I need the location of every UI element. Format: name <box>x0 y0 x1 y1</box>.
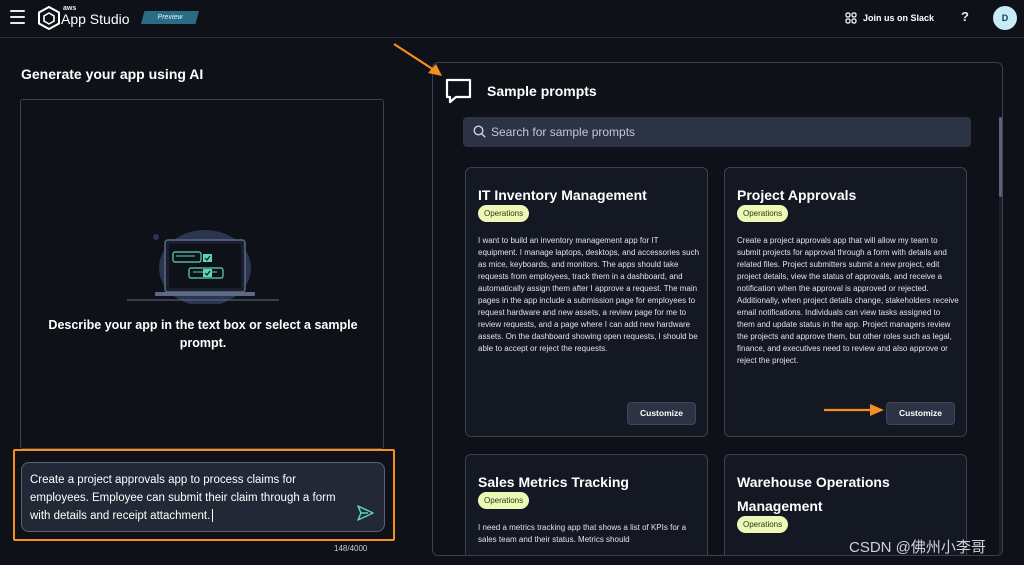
card-description: I want to build an inventory management … <box>478 236 700 353</box>
hamburger-menu-icon[interactable] <box>10 10 25 24</box>
sample-card-sales-metrics[interactable]: Sales Metrics Tracking Operations I need… <box>465 454 708 555</box>
illustration-panel: Describe your app in the text box or sel… <box>20 99 384 449</box>
category-badge: Operations <box>478 492 530 509</box>
send-icon[interactable] <box>357 505 374 521</box>
category-badge: Operations <box>737 205 789 222</box>
scrollbar-thumb[interactable] <box>999 117 1002 197</box>
search-input[interactable] <box>491 117 961 147</box>
customize-button[interactable]: Customize <box>886 402 955 425</box>
sample-prompts-panel: Sample prompts IT Inventory Management O… <box>432 62 1003 556</box>
category-badge: Operations <box>737 516 789 533</box>
slack-link-label: Join us on Slack <box>863 13 935 23</box>
empty-state-text: Describe your app in the text box or sel… <box>48 318 358 350</box>
chat-bubble-icon <box>445 78 472 104</box>
sample-prompts-title: Sample prompts <box>487 83 597 99</box>
user-avatar[interactable]: D <box>993 6 1017 30</box>
search-icon <box>473 125 486 138</box>
category-badge: Operations <box>478 205 530 222</box>
annotation-arrow-sample-prompts <box>393 43 442 76</box>
card-title: IT Inventory Management <box>478 187 647 203</box>
join-slack-link[interactable]: Join us on Slack <box>845 10 934 26</box>
top-navigation-bar: aws App Studio Preview Join us on Slack … <box>0 0 1024 38</box>
card-description: Create a project approvals app that will… <box>737 236 959 365</box>
watermark-text: CSDN @佛州小李哥 <box>849 539 986 556</box>
card-title: Project Approvals <box>737 187 857 203</box>
sample-card-project-approvals[interactable]: Project Approvals Operations Create a pr… <box>724 167 967 437</box>
prompt-text: Create a project approvals app to proces… <box>30 474 336 522</box>
card-title: Sales Metrics Tracking <box>478 474 629 490</box>
prompt-textarea[interactable]: Create a project approvals app to proces… <box>21 462 385 532</box>
slack-icon <box>845 12 857 24</box>
help-icon[interactable]: ? <box>961 9 969 24</box>
sample-card-it-inventory[interactable]: IT Inventory Management Operations I wan… <box>465 167 708 437</box>
laptop-chat-illustration-icon <box>127 230 279 304</box>
character-counter: 148/4000 <box>334 544 368 553</box>
annotation-arrow-customize <box>824 404 884 416</box>
search-box <box>463 117 971 147</box>
card-title: Warehouse Operations Management <box>737 474 890 514</box>
prompt-textarea-content[interactable]: Create a project approvals app to proces… <box>30 471 346 525</box>
customize-button[interactable]: Customize <box>627 402 696 425</box>
app-studio-logo-text: App Studio <box>61 11 130 27</box>
card-description: I need a metrics tracking app that shows… <box>478 523 687 544</box>
preview-badge: Preview <box>141 11 199 24</box>
generate-app-title: Generate your app using AI <box>21 66 204 82</box>
text-caret <box>212 509 214 523</box>
app-studio-logo-icon <box>38 6 60 30</box>
